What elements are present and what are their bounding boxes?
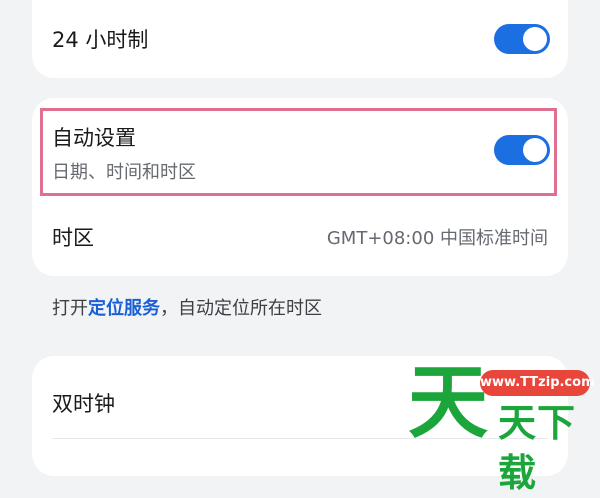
watermark-logo: 天 www.TTzip.com 天下载 xyxy=(408,356,600,496)
label-dual-clock: 双时钟 xyxy=(52,392,115,416)
row-timezone[interactable]: 时区 GMT+08:00 中国标准时间 xyxy=(32,198,568,276)
toggle-knob xyxy=(523,27,547,51)
watermark-big-char: 天 xyxy=(408,356,488,449)
label-timezone: 时区 xyxy=(52,226,94,250)
toggle-24-hour-clock[interactable] xyxy=(494,24,550,54)
highlight-frame xyxy=(40,108,557,196)
value-timezone: GMT+08:00 中国标准时间 xyxy=(326,228,548,249)
location-service-link[interactable]: 定位服务 xyxy=(88,298,160,319)
label-24-hour-clock: 24 小时制 xyxy=(52,28,149,52)
note-prefix: 打开 xyxy=(52,298,88,319)
row-24-hour-clock[interactable]: 24 小时制 xyxy=(32,0,568,78)
watermark-site: www.TTzip.com xyxy=(480,370,595,396)
watermark-text: 天下载 xyxy=(498,401,577,495)
note-suffix: ，自动定位所在时区 xyxy=(160,298,322,319)
card-24h: 24 小时制 xyxy=(32,0,568,78)
location-service-note: 打开定位服务，自动定位所在时区 xyxy=(52,294,322,320)
